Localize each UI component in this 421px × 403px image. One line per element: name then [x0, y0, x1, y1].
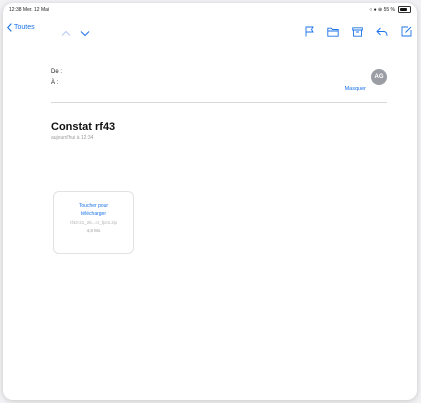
message-date: aujourd'hui à 12:34: [51, 135, 94, 141]
compose-icon: [401, 26, 412, 37]
archive-icon: [352, 27, 363, 37]
back-button-label: Toutes: [14, 24, 35, 31]
next-message-button[interactable]: [80, 24, 90, 42]
status-time-date: 12:38 Mer. 12 Mai: [9, 7, 50, 13]
attachment-size: 4,8 Mo: [86, 228, 101, 233]
status-indicator-text: ○ ● ⊕ 55 %: [369, 6, 395, 13]
folder-button[interactable]: [327, 24, 339, 42]
status-indicators: ○ ● ⊕ 55 %: [369, 6, 411, 13]
toolbar: Toutes: [3, 21, 417, 39]
archive-button[interactable]: [352, 24, 363, 42]
message-subject: Constat rf43: [51, 121, 116, 133]
header-divider: [51, 102, 387, 103]
from-row: De :: [51, 69, 387, 80]
from-label: De :: [51, 69, 63, 75]
folder-icon: [327, 27, 339, 37]
mail-window: 12:38 Mer. 12 Mai ○ ● ⊕ 55 % Toutes De:…: [3, 3, 417, 400]
flag-icon: [305, 26, 314, 37]
to-label: À :: [51, 80, 59, 86]
message-header: De : À : Masquer AG: [51, 69, 387, 92]
toolbar-actions: [305, 24, 412, 42]
compose-button[interactable]: [401, 24, 412, 42]
message-navigation: [61, 24, 90, 42]
flag-button[interactable]: [305, 24, 314, 42]
battery-icon: [398, 6, 411, 13]
status-bar: 12:38 Mer. 12 Mai ○ ● ⊕ 55 %: [3, 3, 417, 16]
chevron-left-icon: [7, 23, 12, 32]
to-row: À :: [51, 80, 387, 91]
avatar[interactable]: AG: [371, 69, 387, 85]
hide-details-link[interactable]: Masquer: [345, 86, 366, 92]
reply-button[interactable]: [376, 24, 388, 42]
chevron-up-icon: [61, 30, 71, 36]
attachment-filename: rf43-21_26...cr_fpcs.zip: [69, 220, 118, 225]
attachment-download-label: Toucher pour télécharger: [54, 203, 133, 218]
attachment-action-line2: télécharger: [80, 210, 106, 217]
back-button[interactable]: Toutes: [7, 23, 35, 32]
attachment-card[interactable]: Toucher pour télécharger rf43-21_26...cr…: [53, 191, 134, 254]
attachment-action-line1: Toucher pour: [78, 203, 109, 209]
previous-message-button[interactable]: [61, 24, 71, 42]
chevron-down-icon: [80, 31, 90, 37]
reply-icon: [376, 27, 388, 37]
